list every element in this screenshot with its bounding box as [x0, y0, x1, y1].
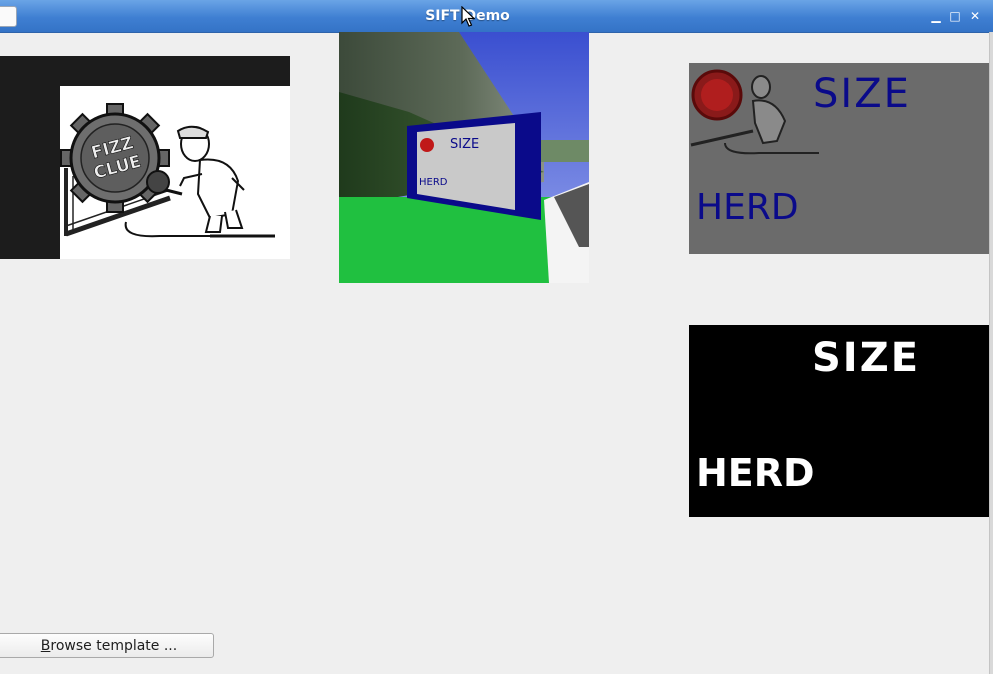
close-icon[interactable]: ✕ [966, 7, 984, 25]
template-image: FIZZ CLUE [0, 56, 290, 259]
threshold-image: SIZE HERD [689, 325, 989, 517]
sift-demo-window: SIFT Demo ▁ □ ✕ FIZZ CLUE SIZE HERD SIZE… [0, 0, 993, 674]
mouse-cursor-icon [461, 6, 475, 27]
maximize-icon[interactable]: □ [946, 7, 964, 25]
fizz-clue-logo: FIZZ CLUE [60, 103, 275, 238]
browse-mnemonic: B [40, 638, 51, 654]
rectified-size-text: SIZE [813, 71, 911, 117]
threshold-size-text: SIZE [812, 335, 921, 381]
browse-label: rowse template ... [50, 638, 178, 654]
threshold-herd-text: HERD [696, 451, 815, 495]
window-right-edge [989, 32, 993, 674]
scene-sign-herd: HERD [419, 177, 448, 188]
title-bar[interactable]: SIFT Demo ▁ □ ✕ [0, 0, 993, 33]
browse-template-button[interactable]: Browse template ... [0, 633, 214, 658]
scene-drawing: SIZE HERD [339, 32, 589, 283]
rectified-herd-text: HERD [696, 187, 799, 228]
template-paper: FIZZ CLUE [60, 86, 290, 259]
minimize-icon[interactable]: ▁ [927, 7, 945, 25]
camera-scene-image: SIZE HERD [339, 32, 589, 283]
rectified-image: SIZE HERD [689, 63, 989, 254]
scene-sign-size: SIZE [450, 137, 479, 152]
rectified-logo [690, 69, 819, 155]
